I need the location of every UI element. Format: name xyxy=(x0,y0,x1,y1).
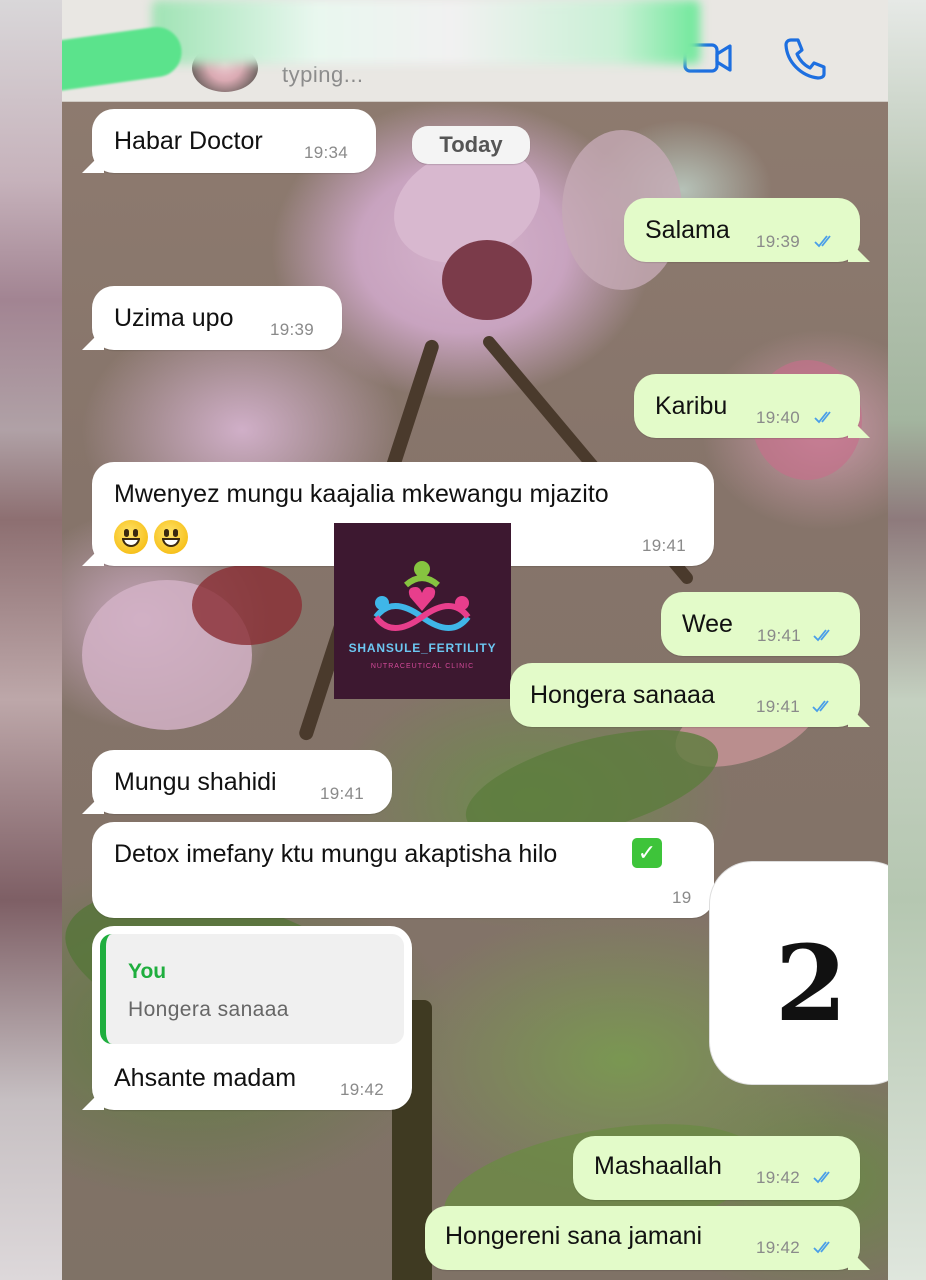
quoted-message-author: You xyxy=(128,960,167,983)
message-time: 19:41 xyxy=(757,626,802,645)
message-bubble-outgoing[interactable]: Salama 19:39 xyxy=(624,198,870,262)
read-receipt-icon xyxy=(814,235,831,248)
message-time: 19:41 xyxy=(320,784,365,803)
phone-icon[interactable] xyxy=(778,36,830,80)
read-receipt-icon xyxy=(813,1241,830,1254)
message-time: 19 xyxy=(672,888,692,907)
message-text: Mungu shahidi xyxy=(114,768,277,796)
read-receipt-icon xyxy=(812,700,829,713)
clinic-logo-watermark: SHANSULE_FERTILITY NUTRACEUTICAL CLINIC xyxy=(334,523,511,699)
date-separator: Today xyxy=(412,126,530,164)
message-time: 19:34 xyxy=(304,143,349,162)
blurred-background-left xyxy=(0,0,62,1280)
message-bubble-outgoing[interactable]: Wee 19:41 xyxy=(661,592,860,656)
read-receipt-icon xyxy=(813,629,830,642)
grinning-face-emoji-icon xyxy=(154,520,188,554)
message-bubble-incoming[interactable]: Habar Doctor 19:34 xyxy=(82,109,376,173)
message-text: Detox imefany ktu mungu akaptisha hilo xyxy=(114,840,558,868)
read-receipt-icon xyxy=(813,1171,830,1184)
message-text: Mwenyez mungu kaajalia mkewangu mjazito xyxy=(114,480,609,508)
message-time: 19:41 xyxy=(642,536,687,555)
contact-status: typing... xyxy=(282,62,364,87)
message-text: Karibu xyxy=(655,392,728,420)
white-check-mark-emoji-icon: ✓ xyxy=(632,838,662,868)
message-time: 19:41 xyxy=(756,697,801,716)
clinic-logo-name: SHANSULE_FERTILITY xyxy=(348,641,497,655)
message-text: Hongera sanaaa xyxy=(530,681,715,709)
message-text: Ahsante madam xyxy=(114,1064,297,1092)
message-time: 19:39 xyxy=(756,232,801,251)
grinning-face-emoji-icon xyxy=(114,520,148,554)
message-bubble-outgoing[interactable]: Karibu 19:40 xyxy=(634,374,870,438)
message-bubble-outgoing[interactable]: Hongera sanaaa 19:41 xyxy=(510,663,870,727)
clinic-logo-subtitle: NUTRACEUTICAL CLINIC xyxy=(370,663,475,670)
message-time: 19:39 xyxy=(270,320,315,339)
message-time: 19:42 xyxy=(756,1168,801,1187)
message-bubble-incoming[interactable]: Detox imefany ktu mungu akaptisha hilo ✓… xyxy=(92,822,714,918)
message-bubble-incoming[interactable]: Mungu shahidi 19:41 xyxy=(82,750,392,814)
redacted-contact-name xyxy=(152,0,700,64)
message-text: Wee xyxy=(682,610,733,638)
fertility-logo-icon xyxy=(373,561,471,631)
chat-screen: typing... Today Habar Doctor 19:34 Salam… xyxy=(62,0,888,1280)
message-bubble-outgoing[interactable]: Hongereni sana jamani 19:42 xyxy=(425,1206,870,1270)
overlay-number-badge: 2 xyxy=(710,862,888,1084)
overlay-number: 2 xyxy=(774,922,848,1045)
message-bubble-outgoing[interactable]: Mashaallah 19:42 xyxy=(573,1136,860,1200)
quoted-message-text: Hongera sanaaa xyxy=(128,998,289,1021)
message-bubble-incoming[interactable]: Uzima upo 19:39 xyxy=(82,286,342,350)
message-time: 19:40 xyxy=(756,408,801,427)
message-time: 19:42 xyxy=(340,1080,385,1099)
message-text: Mashaallah xyxy=(594,1152,722,1180)
message-text: Hongereni sana jamani xyxy=(445,1222,703,1250)
message-text: Habar Doctor xyxy=(114,127,263,155)
screenshot-stage: typing... Today Habar Doctor 19:34 Salam… xyxy=(0,0,926,1280)
message-text: Salama xyxy=(645,216,730,244)
blurred-background-right xyxy=(888,0,926,1280)
read-receipt-icon xyxy=(814,411,831,424)
quoted-message[interactable]: You Hongera sanaaa xyxy=(100,934,404,1044)
message-time: 19:42 xyxy=(756,1238,801,1257)
message-text: Uzima upo xyxy=(114,304,234,332)
